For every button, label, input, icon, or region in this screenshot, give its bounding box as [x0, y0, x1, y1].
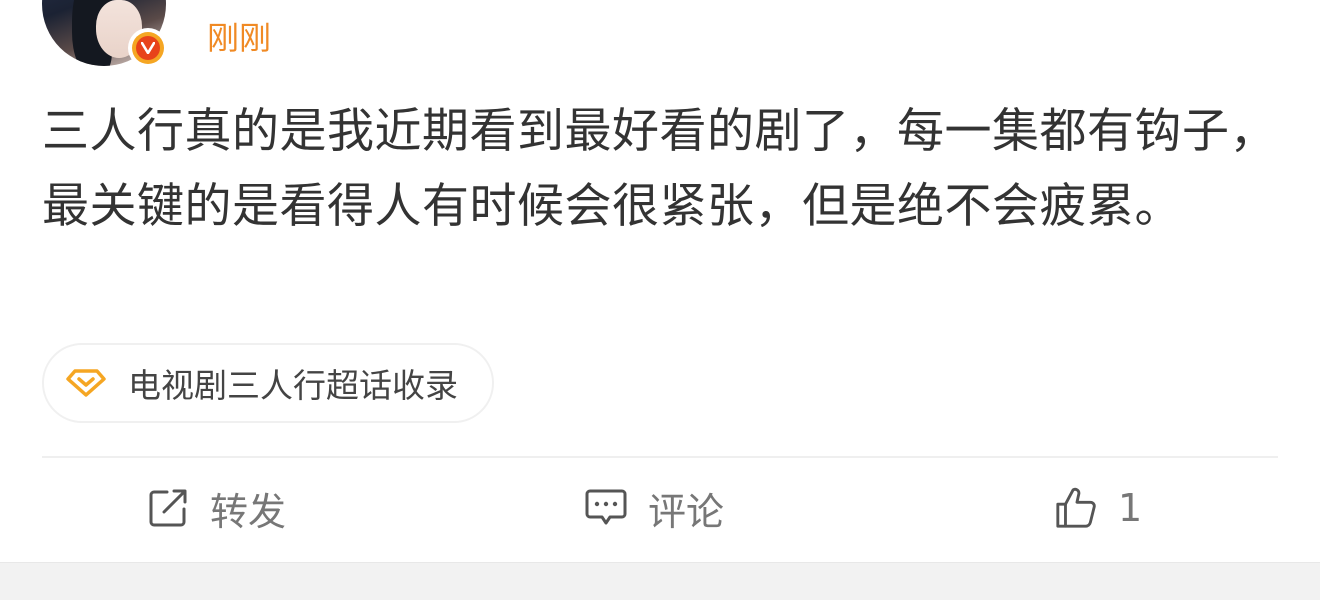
share-edit-icon: [146, 486, 190, 530]
like-button[interactable]: 1: [1054, 480, 1142, 536]
topic-label: 电视剧三人行超话收录: [128, 366, 458, 405]
post-text[interactable]: 三人行真的是我近期看到最好看的剧了，每一集都有钩子，最关键的是看得人有时候会很紧…: [42, 94, 1282, 244]
repost-button[interactable]: 转发: [146, 480, 286, 536]
like-count: 1: [1118, 486, 1143, 530]
comment-label: 评论: [648, 489, 725, 534]
bottom-bar: [0, 562, 1320, 600]
topic-chip[interactable]: 电视剧三人行超话收录: [42, 343, 494, 423]
weibo-post: 刚刚 三人行真的是我近期看到最好看的剧了，每一集都有钩子，最关键的是看得人有时候…: [0, 0, 1320, 600]
diamond-icon: [66, 369, 106, 397]
verified-v-icon: [128, 28, 168, 68]
comment-bubble-icon: [584, 486, 628, 530]
comment-button[interactable]: 评论: [584, 480, 724, 536]
repost-label: 转发: [210, 489, 287, 534]
divider: [42, 456, 1278, 458]
post-timestamp: 刚刚: [207, 19, 272, 57]
thumbs-up-icon: [1054, 486, 1098, 530]
